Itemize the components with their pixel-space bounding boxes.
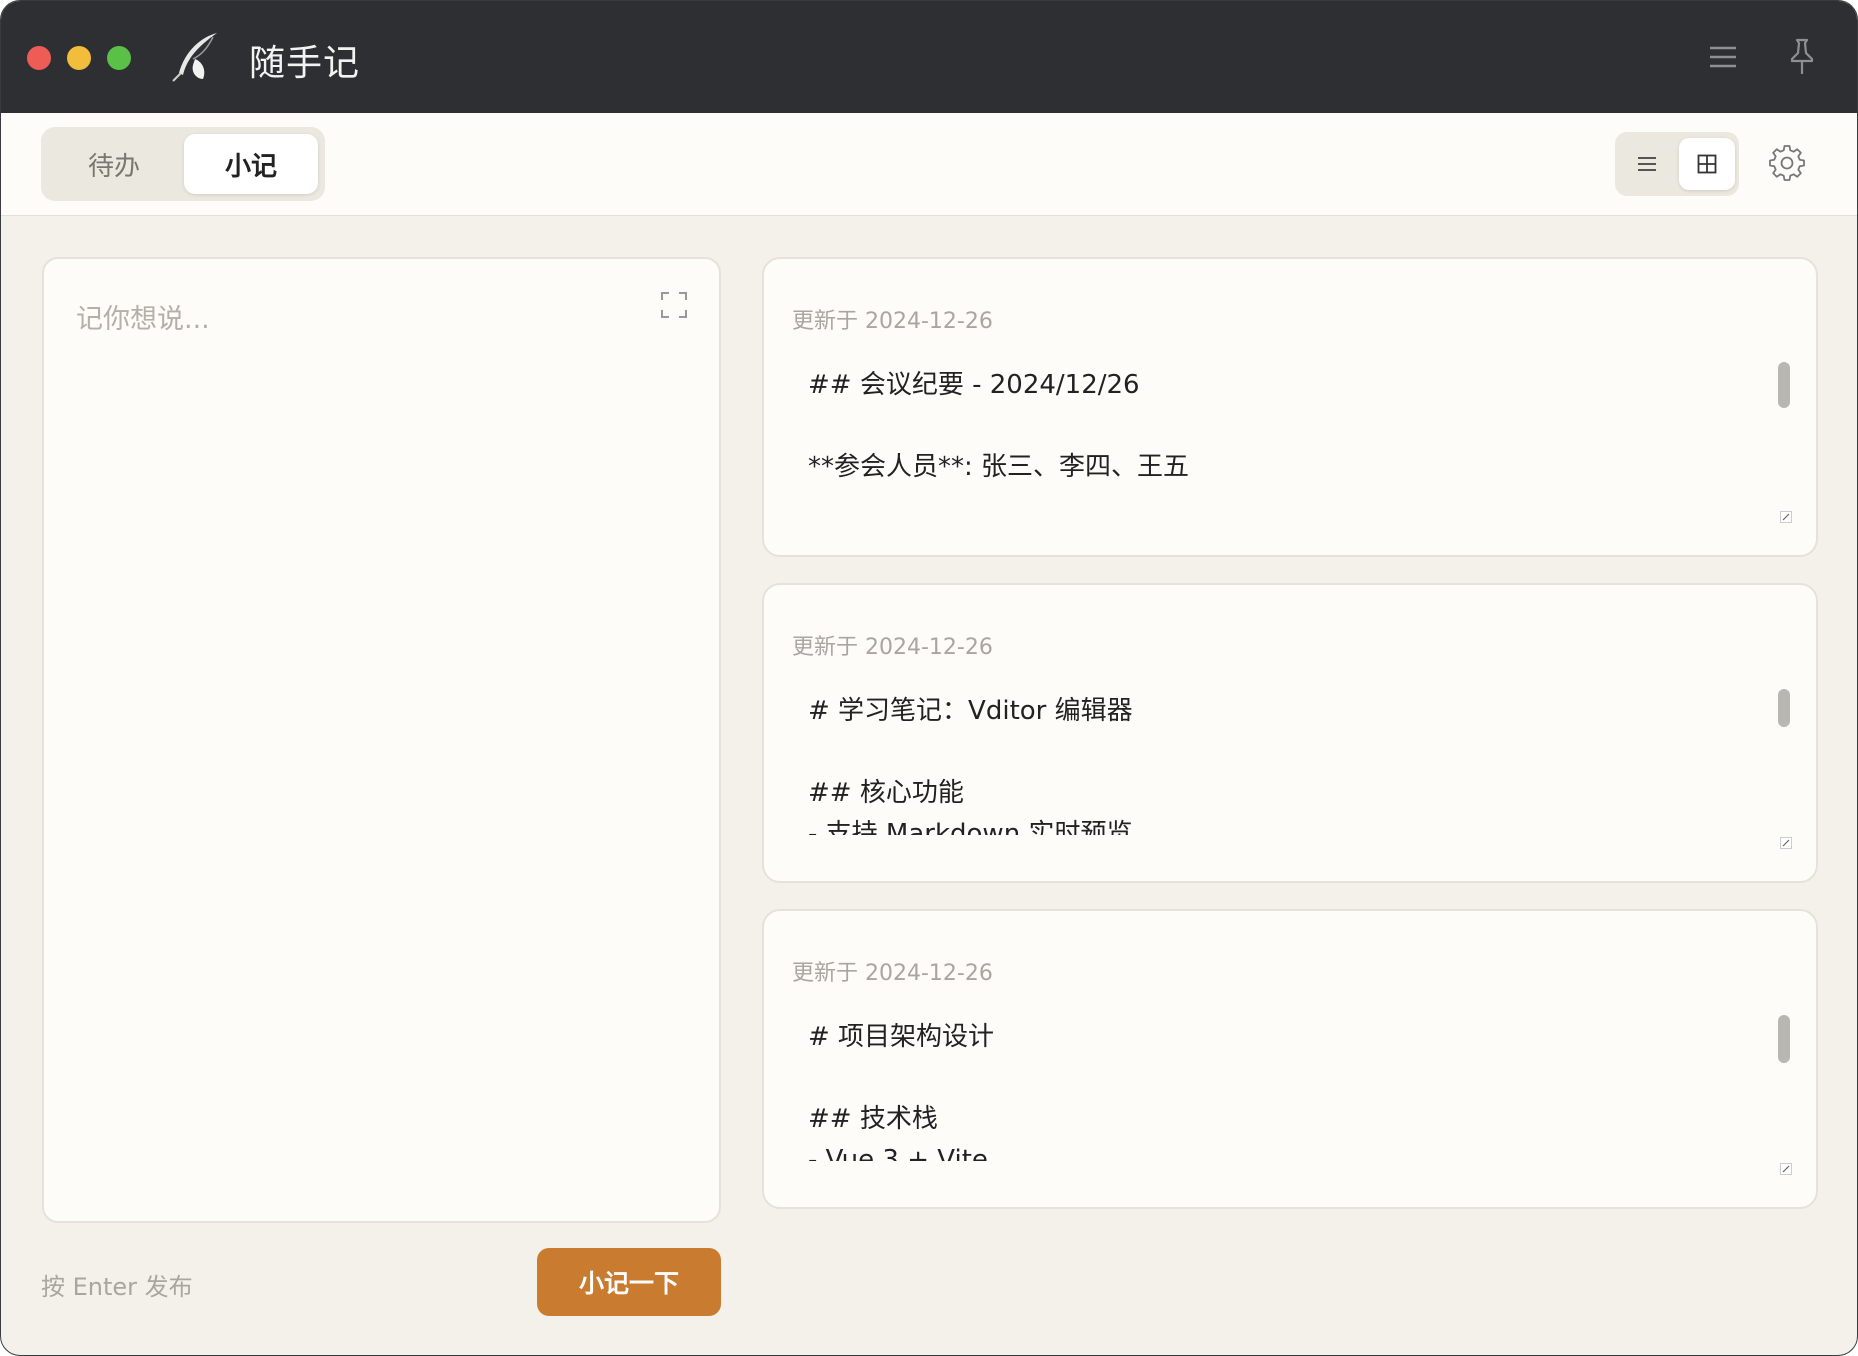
note-content[interactable]: # 项目架构设计 ## 技术栈 - Vue 3 + Vite [808,1017,1768,1161]
note-card[interactable]: 更新于 2024-12-26 # 项目架构设计 ## 技术栈 - Vue 3 +… [762,909,1818,1209]
note-line: - Vue 3 + Vite [808,1145,988,1161]
pin-icon[interactable] [1787,37,1817,77]
note-line [808,1058,1768,1099]
note-updated-date: 更新于 2024-12-26 [792,309,993,334]
note-scrollbar[interactable] [1778,689,1790,727]
menu-icon[interactable] [1707,41,1739,73]
note-line: ## 核心功能 [808,778,964,808]
note-updated-date: 更新于 2024-12-26 [792,635,993,660]
resize-handle-icon[interactable] [1780,837,1792,849]
minimize-window-button[interactable] [67,46,91,70]
note-line [808,732,1768,773]
publish-button[interactable]: 小记一下 [537,1248,721,1316]
note-scrollbar[interactable] [1778,362,1790,408]
resize-handle-icon[interactable] [1780,1163,1792,1175]
note-content[interactable]: ## 会议纪要 - 2024/12/26 **参会人员**: 张三、李四、王五 [808,365,1768,509]
settings-gear-icon[interactable] [1769,145,1805,181]
toolbar: 待办 小记 [1,113,1857,216]
note-editor [42,257,721,1223]
note-line: ## 会议纪要 - 2024/12/26 [808,370,1140,400]
close-window-button[interactable] [27,46,51,70]
publish-hint: 按 Enter 发布 [41,1273,193,1301]
app-title: 随手记 [249,43,361,84]
title-bar[interactable]: 随手记 [1,1,1857,113]
app-window: 随手记 待办 小记 记你想说... 按 Enter 发布 小记一下 更新于 20… [0,0,1858,1356]
note-card[interactable]: 更新于 2024-12-26 ## 会议纪要 - 2024/12/26 **参会… [762,257,1818,557]
note-card[interactable]: 更新于 2024-12-26 # 学习笔记：Vditor 编辑器 ## 核心功能… [762,583,1818,883]
tab-todo[interactable]: 待办 [47,134,181,194]
note-line: **参会人员**: 张三、李四、王五 [808,452,1190,482]
list-view-button[interactable] [1619,138,1675,190]
note-content[interactable]: # 学习笔记：Vditor 编辑器 ## 核心功能 - 支持 Markdown … [808,691,1768,835]
note-input[interactable] [44,259,719,1221]
mode-segmented-control: 待办 小记 [41,127,325,201]
note-line: - 支持 Markdown 实时预览 [808,819,1133,835]
note-line: ## 技术栈 [808,1104,938,1134]
view-mode-switch [1615,132,1739,196]
fullscreen-expand-icon[interactable] [660,291,688,319]
note-line: # 项目架构设计 [808,1022,995,1052]
note-line: # 学习笔记：Vditor 编辑器 [808,696,1133,726]
tab-notes[interactable]: 小记 [184,134,318,194]
note-scrollbar[interactable] [1778,1015,1790,1063]
feather-logo-icon [172,33,217,82]
resize-handle-icon[interactable] [1780,511,1792,523]
note-updated-date: 更新于 2024-12-26 [792,961,993,986]
grid-view-button[interactable] [1679,138,1735,190]
grid-icon [1697,154,1717,174]
maximize-window-button[interactable] [107,46,131,70]
note-line [808,406,1768,447]
list-icon [1638,157,1656,171]
